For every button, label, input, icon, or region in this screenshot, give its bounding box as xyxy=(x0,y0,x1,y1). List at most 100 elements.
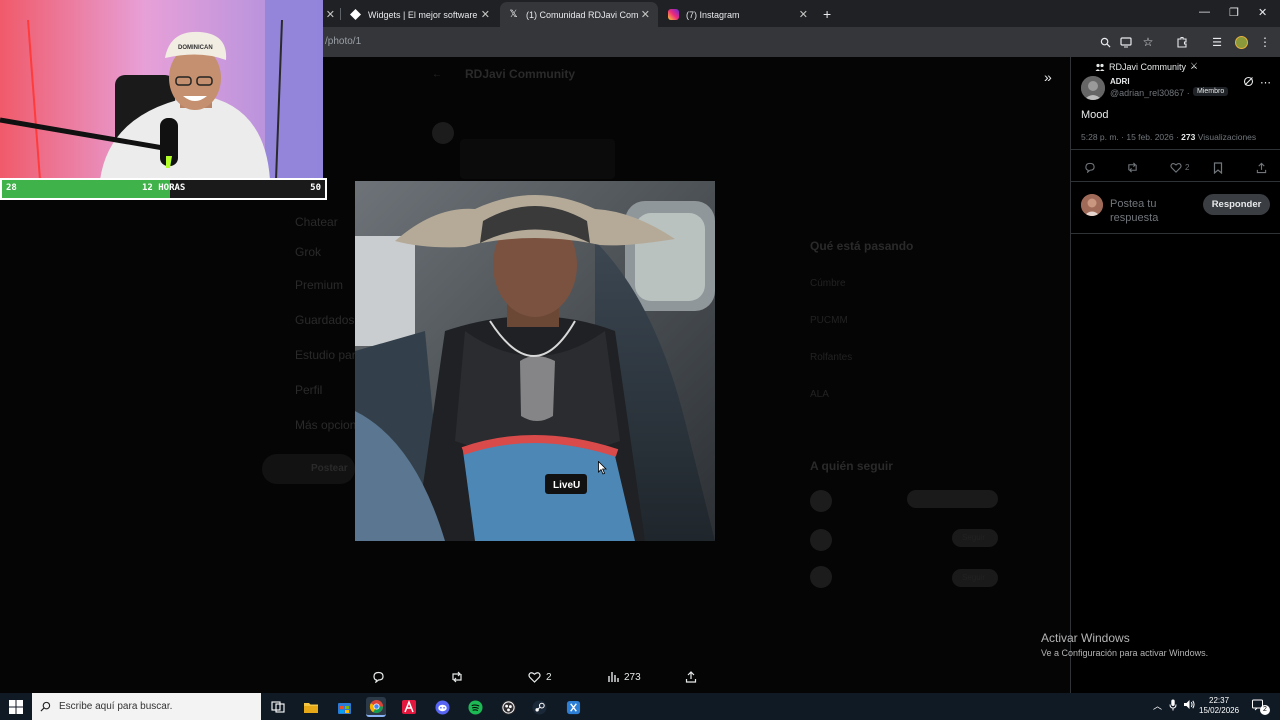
nav-chat: Chatear xyxy=(295,215,338,229)
spotify-icon[interactable] xyxy=(465,697,485,717)
post-time[interactable]: 5:28 p. m. · 15 feb. 2026 · xyxy=(1081,132,1181,142)
kebab-menu-icon[interactable]: ⋮ xyxy=(1257,34,1273,50)
steam-icon[interactable] xyxy=(529,697,549,717)
ghost-card xyxy=(460,139,615,179)
bookmark-button[interactable] xyxy=(1213,162,1223,174)
viewer-views-button[interactable]: 273 xyxy=(607,671,641,683)
repost-button[interactable] xyxy=(1126,162,1139,173)
viewer-like-button[interactable]: 2 xyxy=(528,671,552,683)
timer-right-value: 50 xyxy=(310,183,321,193)
tab-widgets[interactable]: Widgets | El mejor software pa ✕ xyxy=(342,2,498,27)
community-icon xyxy=(1095,63,1105,71)
trend-item: ALA xyxy=(810,389,829,400)
screen: ✕ Widgets | El mejor software pa ✕ 𝕏 (1)… xyxy=(0,0,1280,720)
task-view-icon[interactable] xyxy=(268,697,288,717)
post-detail-panel: RDJavi Community ⚔ ADRI @adrian_rel30867… xyxy=(1070,57,1280,693)
adobe-app-icon[interactable] xyxy=(399,697,419,717)
author-name[interactable]: ADRI xyxy=(1110,77,1130,86)
taskbar-search-box[interactable]: Escribe aquí para buscar. xyxy=(32,693,261,720)
tab-instagram[interactable]: (7) Instagram ✕ xyxy=(660,2,816,27)
ghost-avatar xyxy=(810,490,832,512)
search-placeholder: Escribe aquí para buscar. xyxy=(59,701,173,712)
watermark-title: Activar Windows xyxy=(1041,631,1130,645)
windows-start-icon[interactable] xyxy=(8,699,24,715)
post-views-label: Visualizaciones xyxy=(1195,132,1257,142)
media-controls-icon[interactable]: ☰ xyxy=(1209,34,1225,50)
minimize-button[interactable]: — xyxy=(1199,6,1210,18)
share-icon xyxy=(685,671,697,683)
collapse-panel-icon[interactable]: » xyxy=(1044,69,1052,85)
webcam-overlay: DOMINICAN xyxy=(0,0,323,180)
url-text[interactable]: /photo/1 xyxy=(325,36,361,47)
ghost-avatar xyxy=(810,529,832,551)
nav-grok: Grok xyxy=(295,245,322,259)
reply-button[interactable] xyxy=(1084,162,1096,173)
author-avatar[interactable] xyxy=(1081,76,1105,100)
microsoft-store-icon[interactable] xyxy=(334,697,354,717)
like-button[interactable]: 2 xyxy=(1170,162,1189,173)
like-icon xyxy=(1170,163,1182,173)
divider xyxy=(1071,181,1280,182)
reply-input[interactable]: Postea tu respuesta xyxy=(1110,198,1190,224)
taskbar-clock[interactable]: 22:37 15/02/2026 xyxy=(1199,696,1239,717)
author-handle[interactable]: @adrian_rel30867 · xyxy=(1110,88,1190,98)
zoom-icon[interactable] xyxy=(1097,34,1113,50)
file-explorer-icon[interactable] xyxy=(301,697,321,717)
webcam-illustration: DOMINICAN xyxy=(0,0,323,180)
trend-item: PUCMM xyxy=(810,315,848,326)
windows-activation-watermark: Activar Windows Ve a Configuración para … xyxy=(1041,631,1208,658)
repost-icon xyxy=(1128,162,1137,173)
xbox-app-icon[interactable] xyxy=(563,697,583,717)
ghost-avatar xyxy=(432,122,454,144)
chrome-icon[interactable] xyxy=(366,697,386,717)
restore-button[interactable]: ❐ xyxy=(1229,6,1239,19)
notification-count-badge: 2 xyxy=(1260,705,1270,715)
widgets-icon xyxy=(350,9,361,20)
ghost-follow-label: Seguir xyxy=(962,573,986,582)
microphone-icon[interactable] xyxy=(1169,699,1177,714)
follow-title: A quién seguir xyxy=(810,459,893,473)
cast-icon[interactable] xyxy=(1118,34,1134,50)
obs-icon[interactable] xyxy=(498,697,518,717)
ghost-follow-label: Seguir xyxy=(962,533,986,542)
nav-saved: Guardados xyxy=(295,313,355,327)
community-label[interactable]: RDJavi Community ⚔ xyxy=(1095,61,1198,72)
ghost-post-label: Postear xyxy=(311,463,348,474)
nav-premium: Premium xyxy=(295,278,344,292)
share-icon xyxy=(1256,162,1267,174)
share-button[interactable] xyxy=(1256,162,1267,174)
viewer-repost-button[interactable] xyxy=(450,671,469,683)
x-logo-icon: 𝕏 xyxy=(509,9,518,20)
divider xyxy=(1071,149,1280,150)
windows-taskbar: Escribe aquí para buscar. ︿ 22:37 15/02/… xyxy=(0,693,1280,720)
close-icon[interactable]: ✕ xyxy=(799,8,808,21)
community-header: RDJavi Community xyxy=(465,67,576,81)
grok-icon[interactable] xyxy=(1243,76,1254,90)
close-window-button[interactable]: ✕ xyxy=(1258,6,1267,19)
viewer-share-button[interactable] xyxy=(685,671,702,683)
discord-icon[interactable] xyxy=(432,697,452,717)
like-count: 2 xyxy=(1185,163,1190,172)
extensions-icon[interactable] xyxy=(1174,34,1190,50)
post-photo[interactable]: LiveU xyxy=(355,181,715,541)
bookmark-star-icon[interactable]: ☆ xyxy=(1140,34,1156,50)
close-icon[interactable]: ✕ xyxy=(641,8,650,21)
trend-item: Cúmbre xyxy=(810,278,846,289)
viewer-reply-button[interactable] xyxy=(372,671,390,683)
reply-submit-button[interactable]: Responder xyxy=(1203,194,1270,215)
volume-icon[interactable] xyxy=(1183,699,1195,713)
tray-overflow-icon[interactable]: ︿ xyxy=(1153,699,1162,712)
post-views-count: 273 xyxy=(1181,132,1196,142)
new-tab-button[interactable]: + xyxy=(823,6,831,22)
more-options-icon[interactable]: ⋯ xyxy=(1260,76,1271,89)
views-icon xyxy=(608,672,619,682)
close-icon[interactable]: ✕ xyxy=(481,8,490,21)
profile-avatar-icon[interactable] xyxy=(1233,34,1249,50)
close-icon[interactable]: ✕ xyxy=(326,8,335,21)
search-icon xyxy=(40,701,51,712)
tab-rdjavi[interactable]: 𝕏 (1) Comunidad RDJavi Commu ✕ xyxy=(500,2,658,27)
nav-studio: Estudio para xyxy=(295,348,363,362)
tab-close-partial[interactable]: ✕ xyxy=(323,2,337,27)
community-name: RDJavi Community xyxy=(1109,61,1187,72)
tab-label: Widgets | El mejor software pa xyxy=(368,9,480,20)
